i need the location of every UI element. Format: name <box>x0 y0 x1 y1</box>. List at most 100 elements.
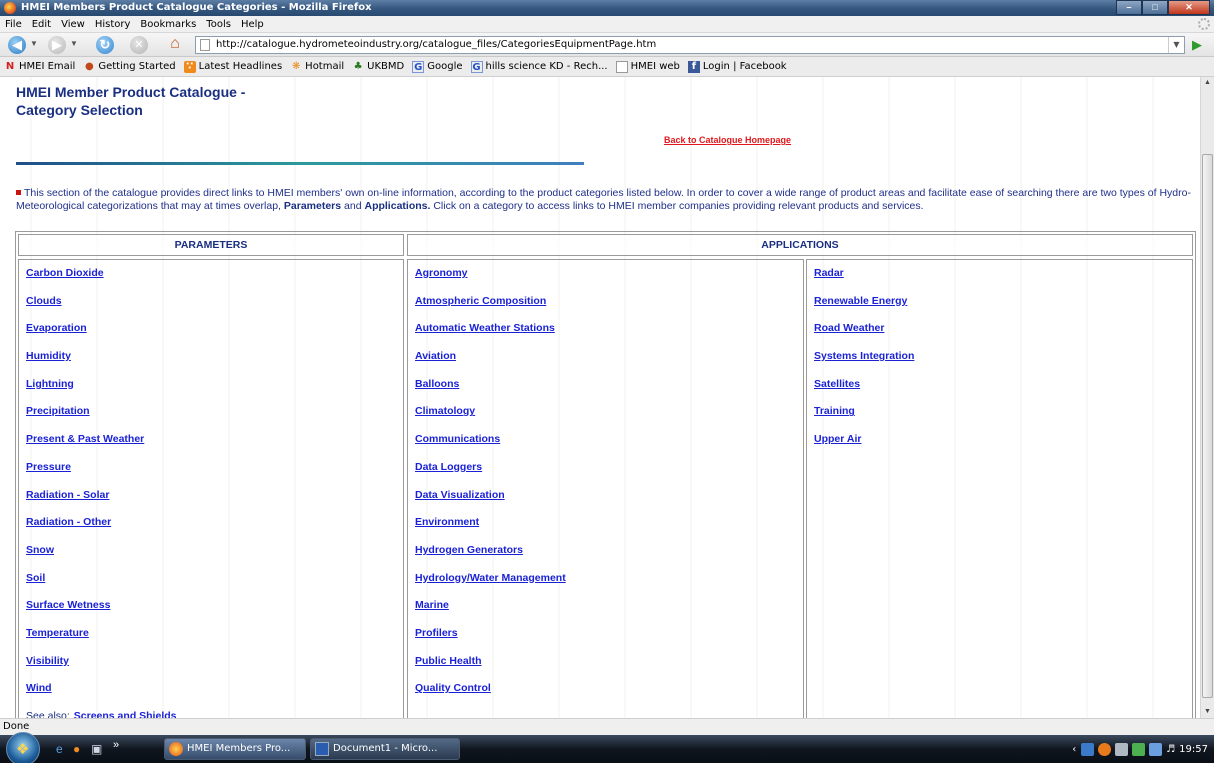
category-link-snow[interactable]: Snow <box>26 544 54 556</box>
category-link-agronomy[interactable]: Agronomy <box>415 267 468 279</box>
menu-file[interactable]: File <box>5 19 22 30</box>
category-link-humidity[interactable]: Humidity <box>26 350 71 362</box>
category-link-quality-control[interactable]: Quality Control <box>415 682 491 694</box>
menu-edit[interactable]: Edit <box>32 19 51 30</box>
menu-history[interactable]: History <box>95 19 131 30</box>
category-link-profilers[interactable]: Profilers <box>415 627 458 639</box>
category-link-hydrogen-generators[interactable]: Hydrogen Generators <box>415 544 523 556</box>
facebook-icon: f <box>687 60 700 73</box>
stop-icon[interactable]: ✕ <box>130 36 148 54</box>
back-icon[interactable]: ◀ <box>8 36 26 54</box>
category-link-satellites[interactable]: Satellites <box>814 378 860 390</box>
category-link-evaporation[interactable]: Evaporation <box>26 322 87 334</box>
category-link-communications[interactable]: Communications <box>415 433 500 445</box>
address-bar[interactable]: http://catalogue.hydrometeoindustry.org/… <box>195 36 1185 54</box>
page-viewport: HMEI Member Product Catalogue - Category… <box>0 77 1200 718</box>
category-link-precipitation[interactable]: Precipitation <box>26 405 90 417</box>
category-link-training[interactable]: Training <box>814 405 855 417</box>
minimize-button[interactable]: – <box>1116 0 1142 15</box>
scroll-up-icon[interactable]: ▲ <box>1201 77 1214 89</box>
category-link-environment[interactable]: Environment <box>415 516 479 528</box>
category-link-data-loggers[interactable]: Data Loggers <box>415 461 482 473</box>
list-item: Radiation - Solar <box>26 489 177 517</box>
category-link-clouds[interactable]: Clouds <box>26 295 62 307</box>
clock[interactable]: 19:57 <box>1179 744 1208 755</box>
bookmark-ukbmd[interactable]: ♣ UKBMD <box>352 61 405 73</box>
menu-view[interactable]: View <box>61 19 85 30</box>
menu-bookmarks[interactable]: Bookmarks <box>140 19 196 30</box>
category-link-aviation[interactable]: Aviation <box>415 350 456 362</box>
tray-network-icon[interactable] <box>1115 742 1129 756</box>
task-word[interactable]: Document1 - Micro... <box>310 738 460 760</box>
category-link-upper-air[interactable]: Upper Air <box>814 433 861 445</box>
category-link-atmospheric-composition[interactable]: Atmospheric Composition <box>415 295 546 307</box>
list-item: Present & Past Weather <box>26 433 177 461</box>
back-to-homepage-link[interactable]: Back to Catalogue Homepage <box>664 135 791 145</box>
category-link-marine[interactable]: Marine <box>415 599 449 611</box>
forward-icon[interactable]: ▶ <box>48 36 66 54</box>
bookmark-hills-science[interactable]: Ghills science KD - Rech... <box>470 60 608 73</box>
show-desktop-icon[interactable]: ▣ <box>91 742 102 756</box>
category-link-visibility[interactable]: Visibility <box>26 655 69 667</box>
home-icon[interactable]: ⌂ <box>165 35 185 55</box>
category-link-carbon-dioxide[interactable]: Carbon Dioxide <box>26 267 104 279</box>
applications-header: APPLICATIONS <box>407 234 1193 256</box>
category-link-radar[interactable]: Radar <box>814 267 844 279</box>
reload-icon[interactable]: ↻ <box>96 36 114 54</box>
tray-monitor-icon[interactable] <box>1149 742 1163 756</box>
quicklaunch-chevron[interactable]: » <box>113 739 119 751</box>
category-link-present-past-weather[interactable]: Present & Past Weather <box>26 433 144 445</box>
task-firefox[interactable]: HMEI Members Pro... <box>164 738 306 760</box>
category-link-hydrology-water-management[interactable]: Hydrology/Water Management <box>415 572 566 584</box>
tray-expand-icon[interactable]: ‹ <box>1072 744 1076 755</box>
menu-help[interactable]: Help <box>241 19 264 30</box>
bookmark-hmei-web[interactable]: HMEI web <box>615 60 680 73</box>
internet-explorer-icon[interactable]: e <box>56 742 63 756</box>
bookmark-hotmail[interactable]: ❋ Hotmail <box>290 61 344 73</box>
category-link-data-visualization[interactable]: Data Visualization <box>415 489 505 501</box>
category-link-public-health[interactable]: Public Health <box>415 655 482 667</box>
bookmark-google[interactable]: G Google <box>412 60 463 73</box>
category-link-wind[interactable]: Wind <box>26 682 52 694</box>
bookmark-latest-headlines[interactable]: ∵ Latest Headlines <box>183 60 282 73</box>
category-link-pressure[interactable]: Pressure <box>26 461 71 473</box>
category-link-systems-integration[interactable]: Systems Integration <box>814 350 914 362</box>
volume-icon[interactable]: ♬ <box>1166 744 1175 755</box>
category-link-screens-and-shields[interactable]: Screens and Shields <box>74 710 177 718</box>
category-link-temperature[interactable]: Temperature <box>26 627 89 639</box>
list-item: Clouds <box>26 295 177 323</box>
google-icon: G <box>470 60 483 73</box>
category-link-soil[interactable]: Soil <box>26 572 45 584</box>
maximize-button[interactable]: □ <box>1142 0 1168 15</box>
category-link-climatology[interactable]: Climatology <box>415 405 475 417</box>
category-link-radiation-solar[interactable]: Radiation - Solar <box>26 489 109 501</box>
forward-history-dropdown-icon[interactable]: ▼ <box>70 39 78 48</box>
vertical-scrollbar[interactable]: ▲ ▼ <box>1200 77 1214 718</box>
go-icon[interactable]: ▶ <box>1192 37 1202 53</box>
category-link-lightning[interactable]: Lightning <box>26 378 74 390</box>
back-history-dropdown-icon[interactable]: ▼ <box>30 39 38 48</box>
bookmark-getting-started[interactable]: ● Getting Started <box>83 61 176 73</box>
list-item: Balloons <box>415 378 566 406</box>
category-link-renewable-energy[interactable]: Renewable Energy <box>814 295 907 307</box>
bookmark-hmei-email[interactable]: N HMEI Email <box>4 61 76 73</box>
bookmark-label: Getting Started <box>98 61 176 72</box>
category-link-automatic-weather-stations[interactable]: Automatic Weather Stations <box>415 322 555 334</box>
page-title-line2: Category Selection <box>16 102 143 118</box>
menu-tools[interactable]: Tools <box>206 19 231 30</box>
url-dropdown-icon[interactable]: ▼ <box>1168 37 1184 53</box>
close-button[interactable]: ✕ <box>1168 0 1210 15</box>
scroll-down-icon[interactable]: ▼ <box>1201 706 1214 718</box>
tray-update-icon[interactable] <box>1132 742 1146 756</box>
tray-app-icon[interactable] <box>1081 742 1095 756</box>
tray-security-icon[interactable] <box>1098 742 1112 756</box>
category-link-surface-wetness[interactable]: Surface Wetness <box>26 599 110 611</box>
category-link-balloons[interactable]: Balloons <box>415 378 459 390</box>
start-button[interactable]: ❖ <box>6 732 40 763</box>
category-link-radiation-other[interactable]: Radiation - Other <box>26 516 111 528</box>
category-link-road-weather[interactable]: Road Weather <box>814 322 884 334</box>
bookmark-facebook[interactable]: f Login | Facebook <box>687 60 787 73</box>
scrollbar-thumb[interactable] <box>1202 154 1213 698</box>
firefox-quicklaunch-icon[interactable]: ● <box>73 742 80 756</box>
see-also-label: See also: <box>26 710 70 718</box>
